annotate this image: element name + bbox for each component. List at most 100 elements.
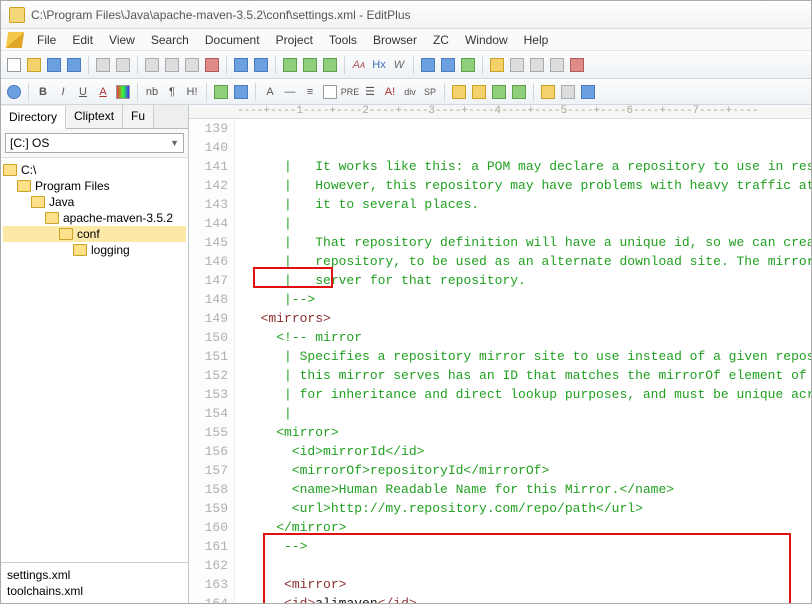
ai-button[interactable]: A! xyxy=(381,83,399,101)
open-button[interactable] xyxy=(25,56,43,74)
menu-file[interactable]: File xyxy=(29,33,64,47)
a-button[interactable]: A xyxy=(261,83,279,101)
file-list[interactable]: settings.xmltoolchains.xml xyxy=(1,562,188,603)
findnext-button[interactable] xyxy=(321,56,339,74)
code-line[interactable]: | it to several places. xyxy=(245,195,811,214)
code-line[interactable]: | It works like this: a POM may declare … xyxy=(245,157,811,176)
misc5-button[interactable] xyxy=(568,56,586,74)
redo-button[interactable] xyxy=(252,56,270,74)
center-icon[interactable]: ≡ xyxy=(301,83,319,101)
code-line[interactable]: <mirror> xyxy=(245,423,811,442)
tree-item[interactable]: Program Files xyxy=(3,178,186,194)
sp-button[interactable]: SP xyxy=(421,83,439,101)
code-line[interactable]: <!-- mirror xyxy=(245,328,811,347)
menu-window[interactable]: Window xyxy=(457,33,516,47)
code-line[interactable]: <id>mirrorId</id> xyxy=(245,442,811,461)
code-line[interactable]: | However, this repository may have prob… xyxy=(245,176,811,195)
save-button[interactable] xyxy=(45,56,63,74)
hr-icon[interactable]: — xyxy=(281,83,299,101)
menu-view[interactable]: View xyxy=(101,33,143,47)
anchor-icon[interactable] xyxy=(232,83,250,101)
file-item[interactable]: toolchains.xml xyxy=(5,583,184,599)
tab-directory[interactable]: Directory xyxy=(1,106,66,129)
tree-item[interactable]: conf xyxy=(3,226,186,242)
saveall-button[interactable] xyxy=(65,56,83,74)
new-button[interactable] xyxy=(5,56,23,74)
code-line[interactable]: | Specifies a repository mirror site to … xyxy=(245,347,811,366)
code-line[interactable]: <mirror> xyxy=(245,575,811,594)
print-button[interactable] xyxy=(94,56,112,74)
code-line[interactable]: | That repository definition will have a… xyxy=(245,233,811,252)
code-line[interactable]: <mirrors> xyxy=(245,309,811,328)
menu-tools[interactable]: Tools xyxy=(321,33,365,47)
drive-combo[interactable]: [C:] OS ▼ xyxy=(5,133,184,153)
folder-tree[interactable]: C:\Program FilesJavaapache-maven-3.5.2co… xyxy=(1,157,188,562)
tree-item[interactable]: logging xyxy=(3,242,186,258)
code-line[interactable]: --> xyxy=(245,537,811,556)
tree-item[interactable]: Java xyxy=(3,194,186,210)
code-line[interactable]: | repository, to be used as an alternate… xyxy=(245,252,811,271)
tree-item[interactable]: apache-maven-3.5.2 xyxy=(3,210,186,226)
list-button[interactable]: ☰ xyxy=(361,83,379,101)
misc3-button[interactable] xyxy=(528,56,546,74)
tab-cliptext[interactable]: Cliptext xyxy=(66,105,123,128)
italic-button[interactable]: I xyxy=(54,83,72,101)
outdent-button[interactable] xyxy=(439,56,457,74)
file-item[interactable]: settings.xml xyxy=(5,567,184,583)
code-line[interactable] xyxy=(245,556,811,575)
copy-button[interactable] xyxy=(163,56,181,74)
code-area[interactable]: 1391401411421431441451461471481491501511… xyxy=(189,119,811,603)
menu-search[interactable]: Search xyxy=(143,33,197,47)
find-button[interactable] xyxy=(281,56,299,74)
color-button[interactable]: A xyxy=(94,83,112,101)
menu-zc[interactable]: ZC xyxy=(425,33,457,47)
menu-project[interactable]: Project xyxy=(268,33,321,47)
t2a-button[interactable] xyxy=(450,83,468,101)
t2e-button[interactable] xyxy=(539,83,557,101)
code-content[interactable]: | It works like this: a POM may declare … xyxy=(235,119,811,603)
code-line[interactable]: | this mirror serves has an ID that matc… xyxy=(245,366,811,385)
table-icon[interactable] xyxy=(321,83,339,101)
hn-button[interactable]: H! xyxy=(183,83,201,101)
menu-document[interactable]: Document xyxy=(197,33,268,47)
tree-item[interactable]: C:\ xyxy=(3,162,186,178)
cut-button[interactable] xyxy=(143,56,161,74)
undo-button[interactable] xyxy=(232,56,250,74)
code-line[interactable]: <id>alimaven</id> xyxy=(245,594,811,603)
t2b-button[interactable] xyxy=(470,83,488,101)
code-line[interactable]: |--> xyxy=(245,290,811,309)
misc1-button[interactable] xyxy=(488,56,506,74)
code-line[interactable]: | xyxy=(245,214,811,233)
bold-button[interactable]: B xyxy=(34,83,52,101)
para-icon[interactable]: ¶ xyxy=(163,83,181,101)
nb-button[interactable]: nb xyxy=(143,83,161,101)
underline-button[interactable]: U xyxy=(74,83,92,101)
delete-button[interactable] xyxy=(203,56,221,74)
menu-browser[interactable]: Browser xyxy=(365,33,425,47)
replace-button[interactable] xyxy=(301,56,319,74)
t2d-button[interactable] xyxy=(510,83,528,101)
code-line[interactable]: <mirrorOf>repositoryId</mirrorOf> xyxy=(245,461,811,480)
w-button[interactable]: W xyxy=(390,56,408,74)
globe-icon[interactable] xyxy=(5,83,23,101)
div-button[interactable]: div xyxy=(401,83,419,101)
t2g-button[interactable] xyxy=(579,83,597,101)
preview-button[interactable] xyxy=(114,56,132,74)
aa-button[interactable]: Aᴀ xyxy=(350,56,368,74)
code-line[interactable]: | for inheritance and direct lookup purp… xyxy=(245,385,811,404)
code-line[interactable]: <url>http://my.repository.com/repo/path<… xyxy=(245,499,811,518)
t2c-button[interactable] xyxy=(490,83,508,101)
misc4-button[interactable] xyxy=(548,56,566,74)
tab-fu[interactable]: Fu xyxy=(123,105,154,128)
code-line[interactable]: <name>Human Readable Name for this Mirro… xyxy=(245,480,811,499)
t2f-button[interactable] xyxy=(559,83,577,101)
palette-icon[interactable] xyxy=(114,83,132,101)
indent-button[interactable] xyxy=(419,56,437,74)
paste-button[interactable] xyxy=(183,56,201,74)
code-line[interactable]: | server for that repository. xyxy=(245,271,811,290)
hx-button[interactable]: Hx xyxy=(370,56,388,74)
misc2-button[interactable] xyxy=(508,56,526,74)
image-icon[interactable] xyxy=(212,83,230,101)
menu-help[interactable]: Help xyxy=(516,33,557,47)
check-button[interactable] xyxy=(459,56,477,74)
